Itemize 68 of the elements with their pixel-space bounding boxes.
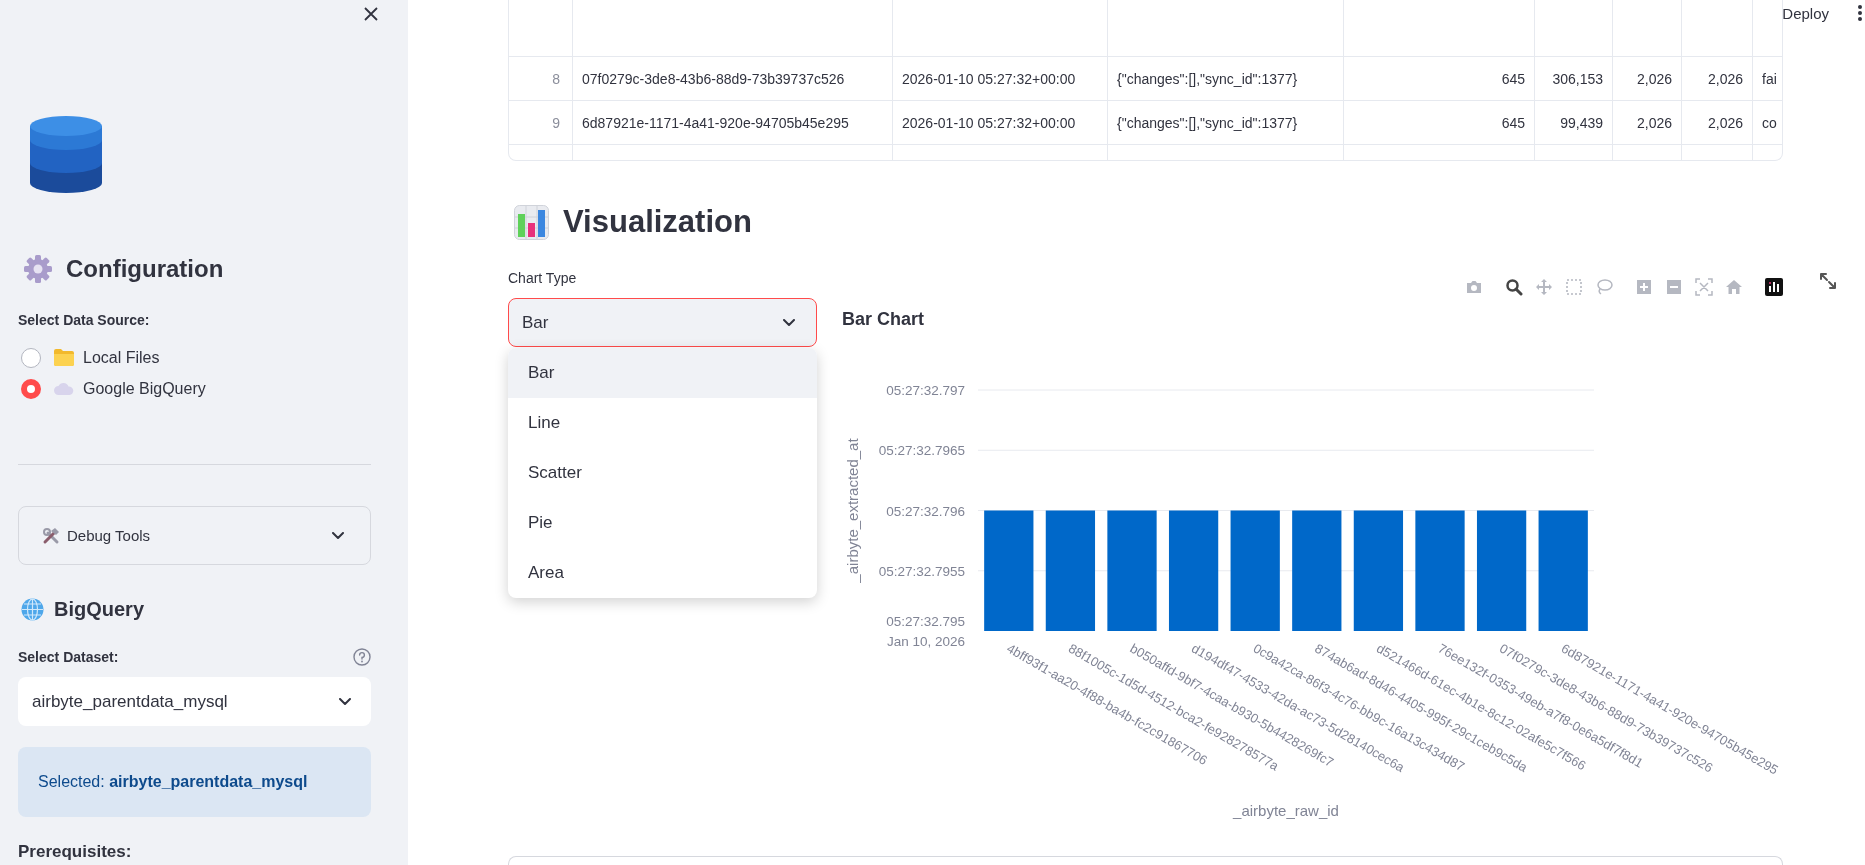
bar-logo-icon[interactable] bbox=[1765, 278, 1783, 296]
table-cell: 2026-01-10 05:27:32+00:00 bbox=[893, 57, 1108, 100]
field-label: Select Data Source: bbox=[18, 311, 150, 330]
dropdown-select[interactable]: Bar bbox=[508, 298, 817, 347]
dropdown-option[interactable]: Scatter bbox=[508, 448, 817, 498]
folder-icon bbox=[54, 349, 74, 366]
subheading: Prerequisites: bbox=[18, 841, 132, 863]
table-cell: 2,026 bbox=[1682, 57, 1753, 100]
table-cell: 2026-01-10 05:27:32+00:00 bbox=[893, 101, 1108, 144]
dropdown-option[interactable]: Area bbox=[508, 548, 817, 598]
axis-title: _airbyte_raw_id bbox=[1233, 802, 1339, 819]
axis-title: _airbyte_extracted_at bbox=[844, 438, 861, 583]
database-icon bbox=[30, 115, 102, 194]
table-cell: {"changes":[],"sync_id":1377} bbox=[1108, 57, 1344, 100]
chart-title: Bar Chart bbox=[842, 309, 925, 329]
table-cell-text: co bbox=[1761, 113, 1778, 133]
table-cell: 645 bbox=[1344, 57, 1535, 100]
table-cell: 2,026 bbox=[1613, 57, 1682, 100]
autoscale-icon[interactable] bbox=[1695, 278, 1713, 296]
bar-chart-icon bbox=[514, 204, 549, 240]
magnifier-icon[interactable] bbox=[1505, 278, 1523, 296]
hammer-wrench-icon bbox=[42, 526, 60, 545]
dropdown-option[interactable]: Bar bbox=[508, 348, 817, 398]
axis-tick-label: 05:27:32.797 bbox=[886, 383, 965, 398]
cloud-icon bbox=[54, 382, 74, 395]
chevron-down-icon bbox=[783, 318, 795, 327]
radio-label[interactable]: Google BigQuery bbox=[83, 379, 206, 398]
table-cell: 2,026 bbox=[1682, 101, 1753, 144]
axis-tick-label: 05:27:32.7955 bbox=[878, 563, 965, 579]
section-heading: BigQuery bbox=[54, 597, 145, 621]
help-icon[interactable] bbox=[353, 648, 371, 666]
row-index: 8 bbox=[509, 57, 573, 100]
axis-tick-label: 05:27:32.795 Jan 10, 2026 bbox=[886, 614, 965, 649]
radio-button[interactable] bbox=[21, 347, 41, 368]
field-label: Select Dataset: bbox=[18, 648, 119, 667]
home-icon[interactable] bbox=[1725, 278, 1743, 296]
dropdown-option[interactable]: Line bbox=[508, 398, 817, 448]
close-icon[interactable] bbox=[363, 6, 379, 22]
field-label: Chart Type bbox=[508, 269, 578, 288]
table-cell: 306,153 bbox=[1535, 57, 1613, 100]
info-message: Selected: airbyte_parentdata_mysql bbox=[18, 747, 371, 817]
table-cell: 2,026 bbox=[1613, 101, 1682, 144]
table-cell: 6d87921e-1171-4a41-920e-94705b45e295 bbox=[573, 101, 893, 144]
axis-tick-label: 05:27:32.7965 bbox=[878, 443, 965, 459]
dropdown-select[interactable]: airbyte_parentdata_mysql bbox=[18, 677, 371, 726]
dashed-square-icon[interactable] bbox=[1565, 278, 1583, 296]
expander-header[interactable]: Debug Tools bbox=[18, 506, 371, 565]
expand-arrows-icon[interactable] bbox=[1819, 272, 1837, 290]
gear-icon bbox=[23, 254, 53, 284]
move-arrows-icon[interactable] bbox=[1535, 278, 1553, 296]
table-cell-text: fai bbox=[1761, 69, 1778, 89]
globe-icon bbox=[21, 597, 44, 621]
radio-label[interactable]: Local Files bbox=[83, 348, 160, 367]
deploy-button[interactable]: Deploy bbox=[1776, 2, 1835, 24]
table-cell: 07f0279c-3de8-43b6-88d9-73b39737c526 bbox=[573, 57, 893, 100]
row-index: 9 bbox=[509, 101, 573, 144]
section-heading: Configuration bbox=[66, 255, 224, 283]
page-heading: Visualization bbox=[563, 204, 752, 240]
lasso-icon[interactable] bbox=[1595, 278, 1613, 296]
table-cell: 645 bbox=[1344, 101, 1535, 144]
chevron-down-icon bbox=[339, 697, 351, 706]
camera-icon[interactable] bbox=[1465, 278, 1483, 296]
dropdown-option[interactable]: Pie bbox=[508, 498, 817, 548]
more-vertical-icon[interactable] bbox=[1858, 4, 1862, 22]
radio-button[interactable] bbox=[21, 378, 41, 399]
axis-tick-label: 05:27:32.796 bbox=[886, 503, 965, 519]
table-cell: {"changes":[],"sync_id":1377} bbox=[1108, 101, 1344, 144]
table-cell: 99,439 bbox=[1535, 101, 1613, 144]
